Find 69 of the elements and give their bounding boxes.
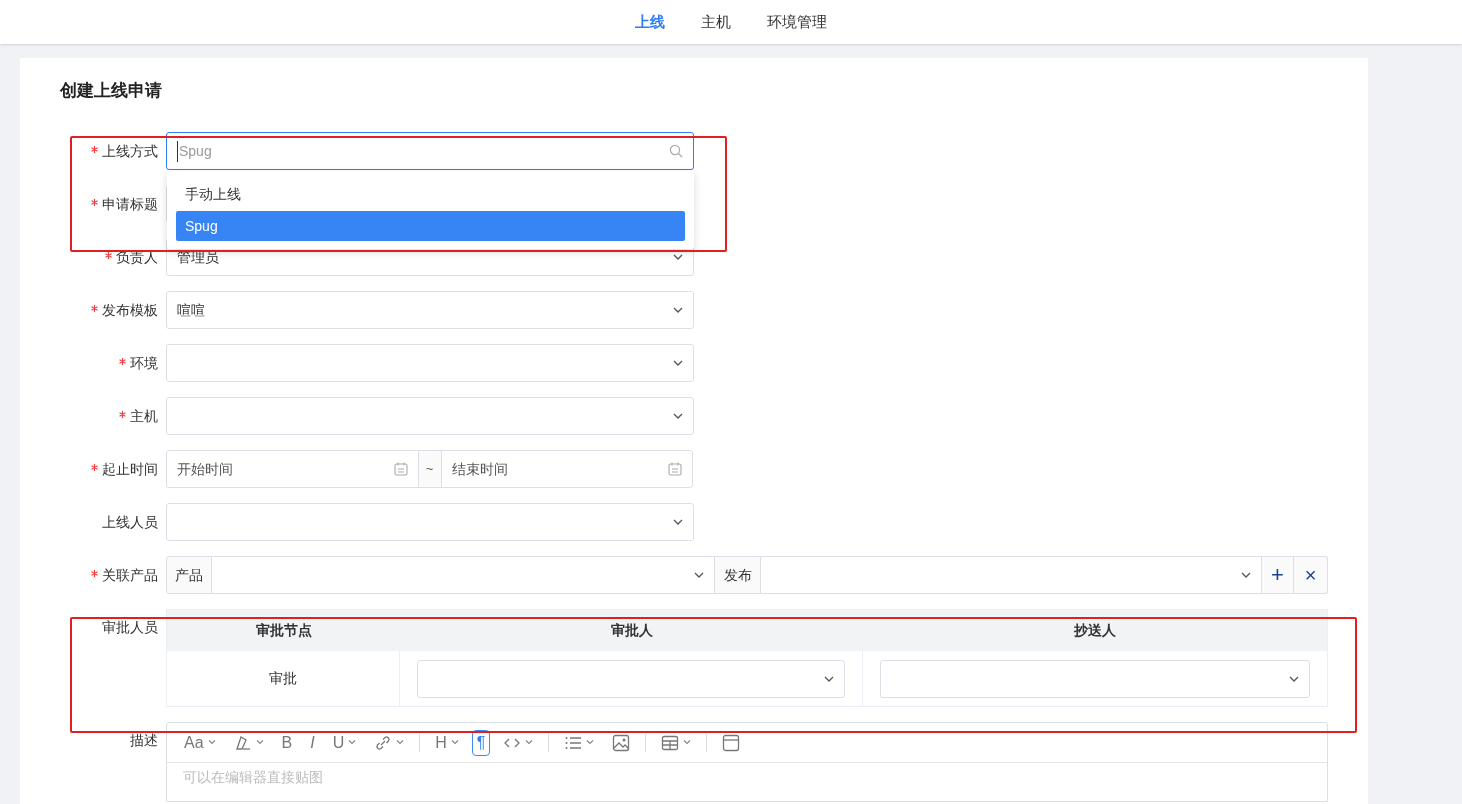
column-header: 抄送人 (1073, 621, 1117, 640)
field-label: 发布模板 (102, 301, 158, 320)
toolbar-button[interactable]: Aa (179, 729, 221, 756)
caret-icon (683, 740, 692, 745)
chevron-down-icon (673, 307, 683, 313)
dropdown-option[interactable]: Spug (176, 211, 685, 241)
nav-tab[interactable]: 上线 (635, 2, 665, 42)
select-field[interactable] (166, 503, 694, 541)
field-label: 起止时间 (102, 460, 158, 479)
select-field[interactable] (880, 659, 1310, 698)
chevron-down-icon (673, 360, 683, 366)
field-label: 描述 (130, 731, 158, 750)
nav-tab[interactable]: 环境管理 (767, 2, 827, 42)
field-label: 主机 (130, 407, 158, 426)
caret-icon (450, 740, 459, 745)
caret-icon (396, 740, 405, 745)
select-field[interactable]: 喧喧 (166, 291, 694, 329)
field-label: 负责人 (116, 248, 158, 267)
column-header: 审批节点 (254, 621, 313, 640)
select-field[interactable] (417, 659, 845, 698)
input-addon: 发布 (715, 556, 761, 594)
calendar-icon (393, 462, 408, 476)
add-button[interactable]: + (1262, 556, 1294, 594)
toolbar-button[interactable]: H (430, 729, 464, 756)
table-cell: 审批 (167, 651, 400, 706)
date-placeholder: 结束时间 (451, 459, 508, 479)
field-label: 环境 (130, 354, 158, 373)
chevron-down-icon (824, 675, 834, 682)
chevron-down-icon (1241, 572, 1251, 578)
image-icon (612, 733, 631, 752)
nav-tab[interactable]: 主机 (701, 2, 731, 42)
input-addon: 产品 (166, 556, 212, 594)
caret-icon (525, 740, 534, 745)
table-icon (661, 733, 680, 752)
select-field[interactable] (212, 556, 715, 594)
dropdown-option[interactable]: 手动上线 (176, 179, 685, 209)
select-field[interactable] (166, 344, 694, 382)
caret-icon (348, 740, 357, 745)
chevron-down-icon (673, 413, 683, 419)
date-range-field[interactable]: 开始时间 ~ 结束时间 (166, 450, 693, 488)
chevron-down-icon (673, 254, 683, 260)
caret-icon (207, 740, 216, 745)
select-field[interactable] (761, 556, 1262, 594)
field-label: 关联产品 (102, 566, 158, 585)
search-field[interactable]: Spug (166, 132, 694, 170)
toolbar-button[interactable]: ¶ (471, 729, 491, 756)
link-icon (374, 733, 393, 752)
chevron-down-icon (1289, 675, 1299, 682)
date-placeholder: 开始时间 (177, 459, 233, 479)
field-label: 审批人员 (102, 618, 158, 637)
caret-icon (586, 740, 595, 745)
field-label: 上线方式 (102, 142, 158, 161)
layout-icon (722, 733, 741, 752)
caret-icon (255, 740, 264, 745)
chevron-down-icon (673, 519, 683, 525)
remove-button[interactable]: × (1294, 556, 1328, 594)
column-header: 审批人 (609, 621, 654, 640)
card-title: 创建上线申请 (60, 80, 163, 102)
calendar-icon (668, 462, 682, 476)
toolbar-button[interactable]: I (305, 729, 320, 756)
toolbar-button[interactable]: B (276, 729, 298, 756)
range-separator: ~ (417, 451, 442, 487)
brush-icon (233, 733, 252, 752)
field-label: 上线人员 (102, 513, 158, 532)
toolbar-button[interactable]: U (327, 729, 362, 756)
search-icon (669, 144, 683, 158)
select-field[interactable] (166, 397, 694, 435)
chevron-down-icon (694, 572, 704, 578)
field-label: 申请标题 (102, 195, 158, 214)
